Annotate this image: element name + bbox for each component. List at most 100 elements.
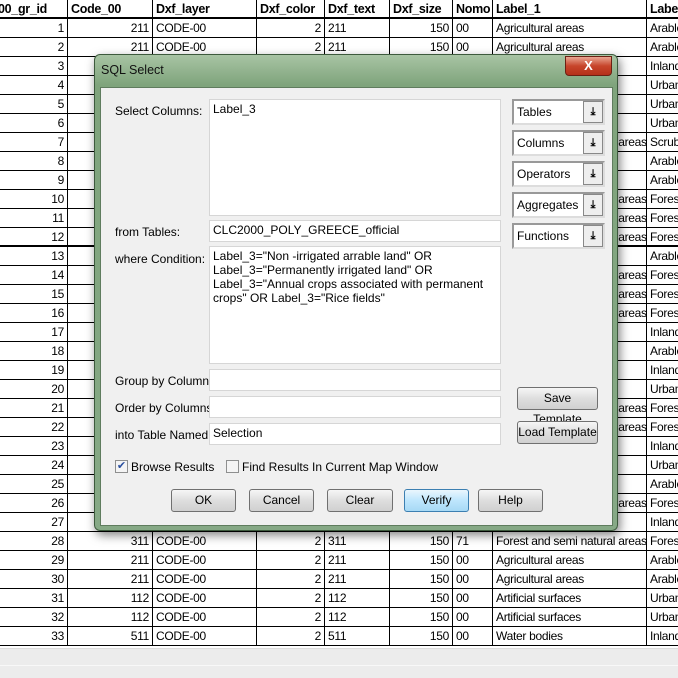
table-cell[interactable]: 17: [0, 323, 68, 342]
table-cell[interactable]: Agricultural areas: [493, 551, 647, 570]
select-columns-input[interactable]: Label_3: [209, 99, 501, 216]
dropdown-arrow-icon[interactable]: ⤓: [583, 132, 603, 154]
table-cell[interactable]: 2: [257, 608, 325, 627]
verify-button[interactable]: Verify: [404, 489, 469, 512]
table-cell[interactable]: Arable: [647, 551, 678, 570]
ok-button[interactable]: OK: [171, 489, 236, 512]
table-cell[interactable]: Arable: [647, 171, 678, 190]
table-cell[interactable]: Urban: [647, 456, 678, 475]
order-by-input[interactable]: [209, 396, 501, 418]
table-cell[interactable]: 112: [325, 589, 390, 608]
column-header[interactable]: Dxf_color: [257, 0, 325, 19]
table-cell[interactable]: 150: [390, 551, 453, 570]
table-cell[interactable]: 14: [0, 266, 68, 285]
table-cell[interactable]: Arable: [647, 475, 678, 494]
table-row[interactable]: 33 511 CODE-00 2 511 150 00 Water bodies Inland: [0, 627, 678, 646]
table-cell[interactable]: Scrub: [647, 133, 678, 152]
table-cell[interactable]: 9: [0, 171, 68, 190]
table-cell[interactable]: 16: [0, 304, 68, 323]
table-cell[interactable]: 12: [0, 228, 68, 247]
table-cell[interactable]: 27: [0, 513, 68, 532]
table-cell[interactable]: 22: [0, 418, 68, 437]
table-cell[interactable]: 150: [390, 627, 453, 646]
table-cell[interactable]: 2: [0, 38, 68, 57]
table-cell[interactable]: Arable: [647, 38, 678, 57]
group-by-input[interactable]: [209, 369, 501, 391]
dropdown-arrow-icon[interactable]: ⤓: [583, 194, 603, 216]
table-cell[interactable]: 2: [257, 570, 325, 589]
table-cell[interactable]: 211: [68, 570, 153, 589]
table-cell[interactable]: Water bodies: [493, 627, 647, 646]
table-cell[interactable]: Inland: [647, 513, 678, 532]
clear-button[interactable]: Clear: [327, 489, 393, 512]
into-table-input[interactable]: Selection: [209, 423, 501, 445]
column-header[interactable]: 00_gr_id: [0, 0, 68, 19]
table-cell[interactable]: Urban: [647, 589, 678, 608]
table-cell[interactable]: 8: [0, 152, 68, 171]
close-button[interactable]: X: [565, 56, 612, 76]
table-cell[interactable]: 28: [0, 532, 68, 551]
table-cell[interactable]: Arable: [647, 152, 678, 171]
table-cell[interactable]: Arable: [647, 342, 678, 361]
table-cell[interactable]: 71: [453, 532, 493, 551]
dropdown-arrow-icon[interactable]: ⤓: [583, 163, 603, 185]
columns-dropdown[interactable]: Columns ⤓: [512, 130, 605, 156]
table-cell[interactable]: 4: [0, 76, 68, 95]
table-cell[interactable]: Arable: [647, 247, 678, 266]
table-row[interactable]: 1 211 CODE-00 2 211 150 00 Agricultural areas Ar…: [0, 19, 678, 38]
help-button[interactable]: Help: [478, 489, 543, 512]
table-cell[interactable]: Agricultural areas: [493, 19, 647, 38]
table-cell[interactable]: 31: [0, 589, 68, 608]
table-cell[interactable]: Artificial surfaces: [493, 589, 647, 608]
table-cell[interactable]: 33: [0, 627, 68, 646]
table-cell[interactable]: Urban: [647, 608, 678, 627]
table-cell[interactable]: 26: [0, 494, 68, 513]
table-cell[interactable]: 7: [0, 133, 68, 152]
table-cell[interactable]: 112: [325, 608, 390, 627]
table-cell[interactable]: 10: [0, 190, 68, 209]
table-row[interactable]: 30 211 CODE-00 2 211 150 00 Agricultural areas A…: [0, 570, 678, 589]
find-results-checkbox[interactable]: [226, 460, 239, 473]
column-header[interactable]: Dxf_layer: [153, 0, 257, 19]
table-cell[interactable]: 00: [453, 589, 493, 608]
load-template-button[interactable]: Load Template: [517, 421, 598, 444]
table-cell[interactable]: 211: [325, 551, 390, 570]
table-cell[interactable]: Arable: [647, 19, 678, 38]
table-cell[interactable]: 00: [453, 608, 493, 627]
browse-results-checkbox[interactable]: ✔: [115, 460, 128, 473]
table-cell[interactable]: 18: [0, 342, 68, 361]
table-cell[interactable]: 150: [390, 608, 453, 627]
save-template-button[interactable]: Save Template: [517, 387, 598, 426]
table-cell[interactable]: 3: [0, 57, 68, 76]
table-cell[interactable]: 25: [0, 475, 68, 494]
table-cell[interactable]: 13: [0, 247, 68, 266]
table-cell[interactable]: Inland: [647, 323, 678, 342]
from-tables-input[interactable]: CLC2000_POLY_GREECE_official: [209, 220, 501, 242]
table-cell[interactable]: Urban: [647, 114, 678, 133]
column-header[interactable]: Dxf_size: [390, 0, 453, 19]
table-cell[interactable]: 211: [325, 19, 390, 38]
column-header[interactable]: Label_1: [493, 0, 647, 19]
table-cell[interactable]: 32: [0, 608, 68, 627]
table-cell[interactable]: CODE-00: [153, 551, 257, 570]
table-cell[interactable]: 11: [0, 209, 68, 228]
table-cell[interactable]: 20: [0, 380, 68, 399]
table-cell[interactable]: 2: [257, 19, 325, 38]
table-cell[interactable]: CODE-00: [153, 608, 257, 627]
column-header[interactable]: Code_00: [68, 0, 153, 19]
table-row[interactable]: 29 211 CODE-00 2 211 150 00 Agricultural areas A…: [0, 551, 678, 570]
table-cell[interactable]: 211: [68, 551, 153, 570]
where-condition-input[interactable]: Label_3="Non -irrigated arrable land" OR…: [209, 246, 501, 364]
table-cell[interactable]: 2: [257, 627, 325, 646]
table-cell[interactable]: 511: [68, 627, 153, 646]
table-cell[interactable]: 511: [325, 627, 390, 646]
table-cell[interactable]: 150: [390, 532, 453, 551]
table-cell[interactable]: 6: [0, 114, 68, 133]
table-row[interactable]: 28 311 CODE-00 2 311 150 71 Forest and semi nat…: [0, 532, 678, 551]
table-cell[interactable]: 2: [257, 532, 325, 551]
table-cell[interactable]: 112: [68, 608, 153, 627]
table-cell[interactable]: Inland: [647, 361, 678, 380]
header-row[interactable]: 00_gr_id Code_00 Dxf_layer Dxf_color Dxf_tex…: [0, 0, 678, 19]
table-cell[interactable]: 311: [325, 532, 390, 551]
table-cell[interactable]: CODE-00: [153, 570, 257, 589]
